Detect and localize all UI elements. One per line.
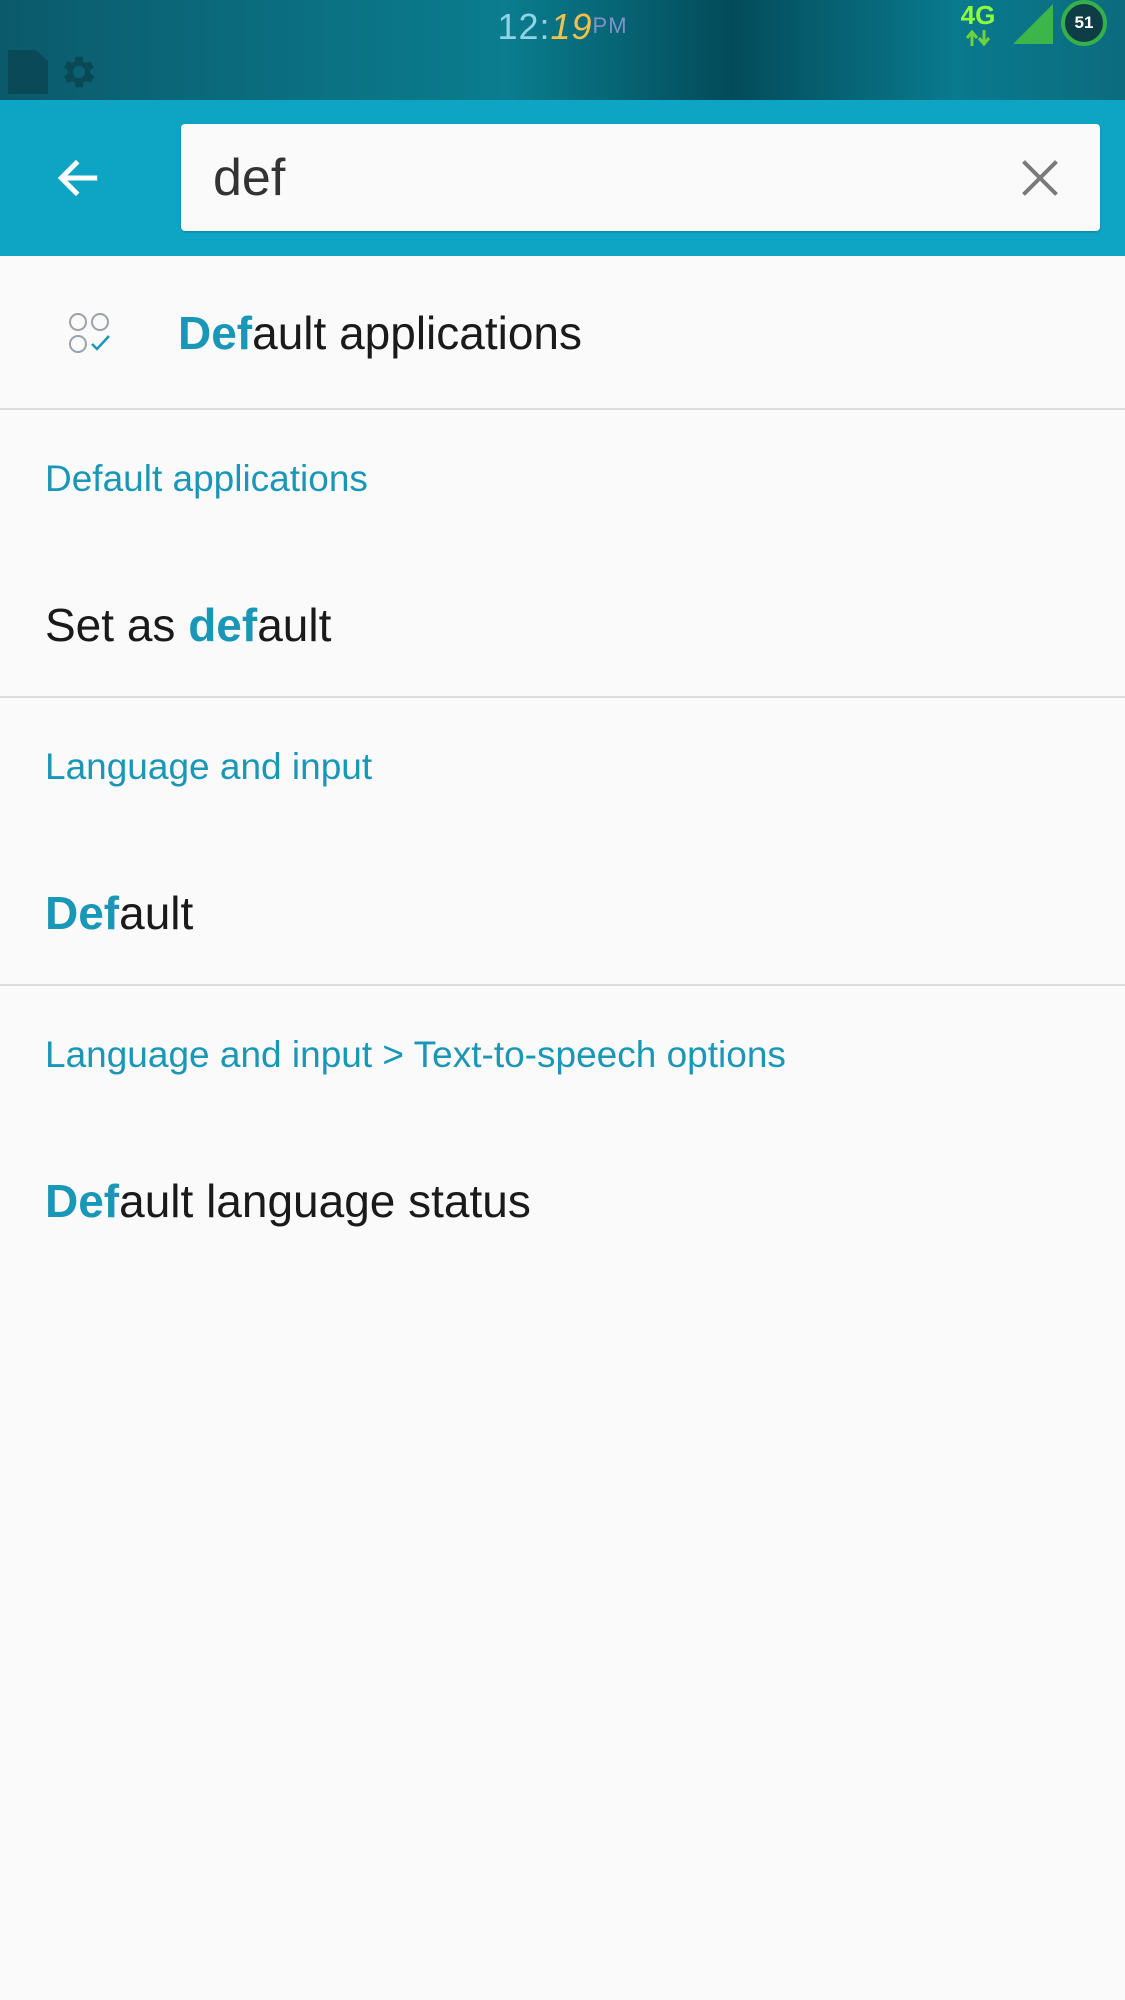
title-rest: ault bbox=[119, 887, 194, 939]
signal-icon bbox=[1013, 4, 1053, 44]
match-highlight: Def bbox=[45, 1175, 120, 1227]
search-app-bar bbox=[0, 100, 1125, 256]
clock-separator: : bbox=[539, 6, 551, 47]
close-icon bbox=[1022, 160, 1058, 196]
file-icon bbox=[8, 50, 48, 94]
result-title: Default applications bbox=[178, 306, 582, 360]
match-highlight: def bbox=[188, 599, 258, 651]
search-box bbox=[181, 124, 1100, 231]
battery-level: 51 bbox=[1074, 13, 1094, 32]
system-icons: 4G 51 bbox=[955, 0, 1125, 100]
battery-icon: 51 bbox=[1061, 0, 1107, 46]
data-arrows-icon bbox=[965, 29, 991, 47]
title-prefix: Set as bbox=[45, 599, 189, 651]
arrow-left-icon bbox=[57, 159, 98, 197]
result-default-language-status[interactable]: Language and input > Text-to-speech opti… bbox=[0, 986, 1125, 1272]
result-set-as-default[interactable]: Default applications Set as default bbox=[0, 410, 1125, 698]
result-title: Set as default bbox=[45, 598, 331, 652]
result-title: Default language status bbox=[45, 1174, 531, 1228]
clock-hour: 12 bbox=[497, 6, 540, 47]
search-input[interactable] bbox=[213, 124, 993, 231]
back-button[interactable] bbox=[30, 130, 126, 226]
clock-ampm: PM bbox=[592, 13, 628, 38]
notification-icons bbox=[8, 50, 100, 94]
title-rest: ault bbox=[257, 599, 332, 651]
result-title: Default bbox=[45, 886, 193, 940]
title-rest: ault applications bbox=[252, 307, 583, 359]
result-category: Language and input bbox=[45, 746, 373, 787]
gear-icon bbox=[63, 56, 95, 88]
clear-search-button[interactable] bbox=[1012, 150, 1068, 206]
search-results-list: Default applications Default application… bbox=[0, 256, 1125, 1272]
default-apps-icon bbox=[69, 313, 110, 353]
match-highlight: Def bbox=[178, 307, 253, 359]
network-type-label: 4G bbox=[960, 0, 996, 30]
result-category: Default applications bbox=[45, 458, 368, 499]
result-category: Language and input > Text-to-speech opti… bbox=[45, 1034, 786, 1075]
match-highlight: Def bbox=[45, 887, 120, 939]
status-bar: 12:19PM 4G 51 bbox=[0, 0, 1125, 100]
clock-minute: 19 bbox=[550, 6, 593, 47]
title-rest: ault language status bbox=[119, 1175, 531, 1227]
result-default-applications-menu[interactable]: Default applications bbox=[0, 256, 1125, 410]
result-default-keyboard[interactable]: Language and input Default bbox=[0, 698, 1125, 986]
